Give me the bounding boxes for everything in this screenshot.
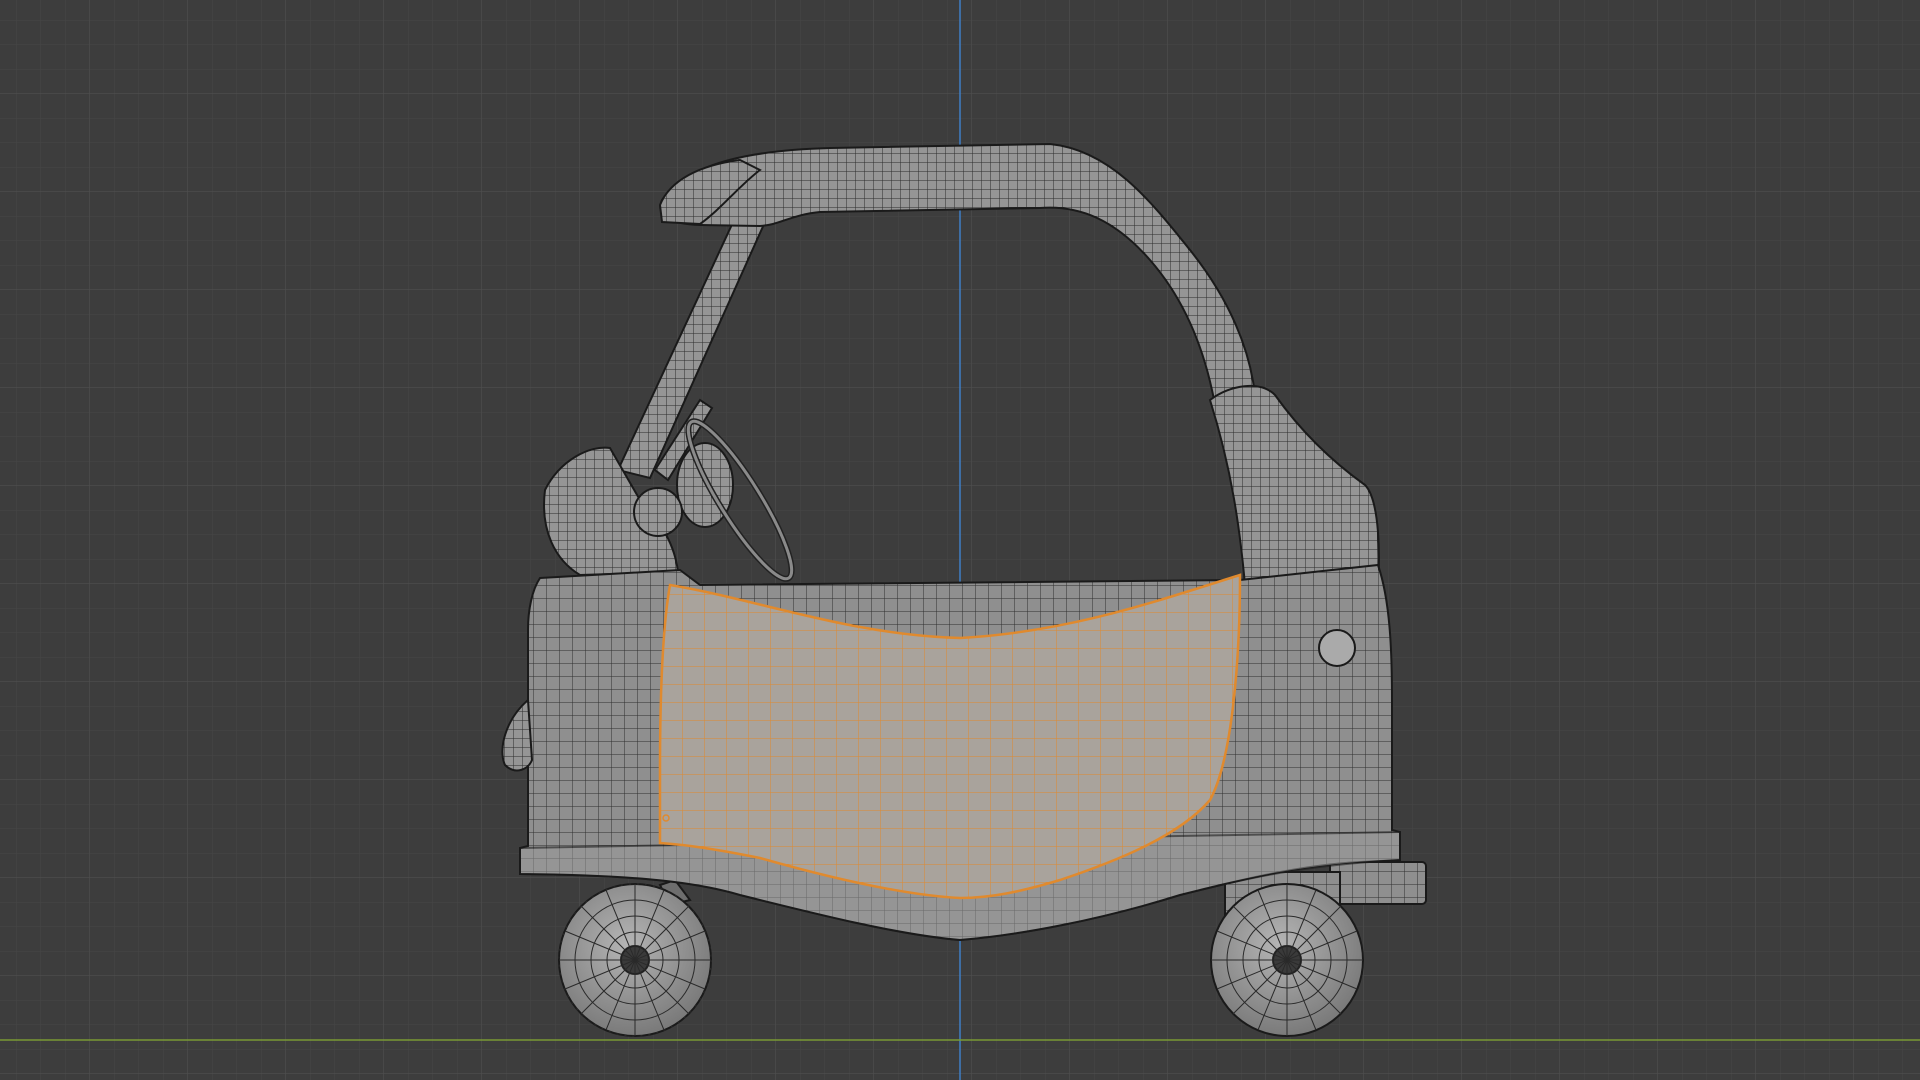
steering-hub — [633, 487, 683, 537]
rear-wheel[interactable] — [1210, 883, 1364, 1037]
front-wheel[interactable] — [558, 883, 712, 1037]
fuel-cap[interactable] — [1318, 629, 1356, 667]
viewport-canvas[interactable] — [0, 0, 1920, 1080]
3d-viewport[interactable] — [0, 0, 1920, 1080]
rear-bumper[interactable] — [1329, 861, 1427, 905]
